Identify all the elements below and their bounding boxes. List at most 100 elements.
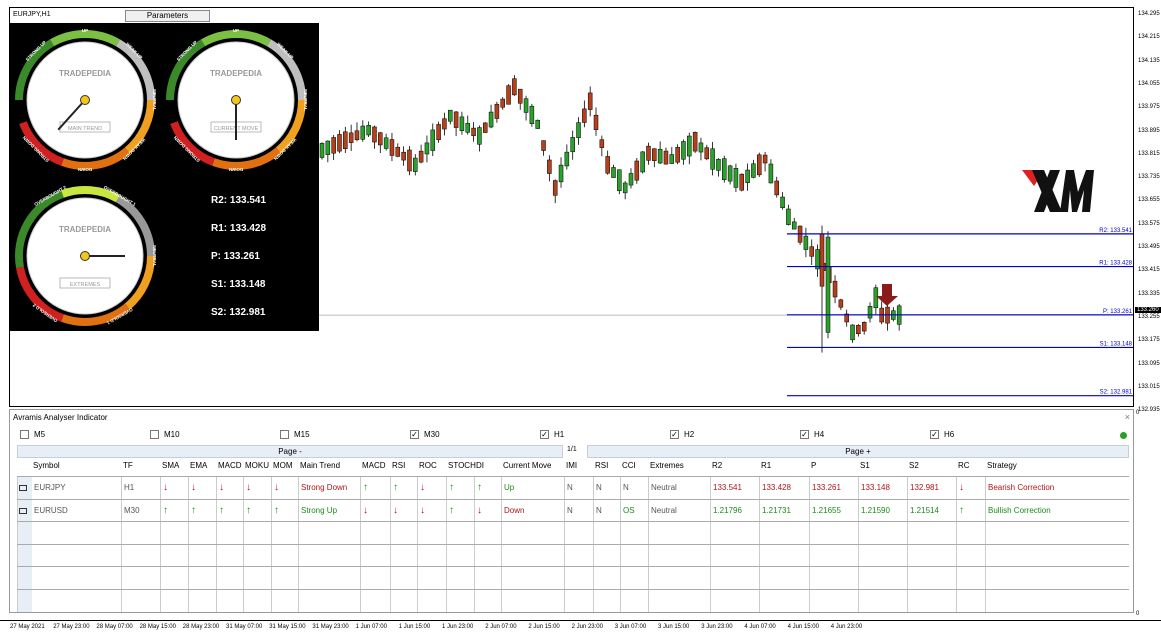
timeframe-h2[interactable]: ✓ H2 — [670, 430, 694, 439]
column-header: STOCH — [448, 461, 476, 470]
price-tick-label: 134.135 — [1138, 57, 1160, 64]
timeframe-h4[interactable]: ✓ H4 — [800, 430, 824, 439]
column-header: Extremes — [650, 461, 684, 470]
cell-symbol — [17, 567, 121, 589]
cell-current_move — [501, 567, 564, 589]
xm-logo-text: XM — [1022, 168, 1034, 170]
cell-p — [809, 567, 858, 589]
page-prev-button[interactable]: Page - — [17, 445, 563, 458]
cell-r1: 133.428 — [759, 477, 809, 499]
pivot-level-label: S2: 132.981 — [1100, 390, 1133, 396]
time-tick-label: 31 May 23:00 — [312, 624, 349, 630]
price-tick-label: 133.415 — [1138, 267, 1160, 274]
timeframe-m5[interactable]: M5 — [20, 430, 45, 439]
row-handle[interactable] — [18, 522, 32, 544]
candle — [599, 135, 605, 157]
timeframe-h1[interactable]: ✓ H1 — [540, 430, 564, 439]
cell-rsi: ↓ — [390, 499, 417, 522]
page-count: 1/1 — [567, 446, 577, 453]
candle — [634, 158, 640, 184]
cell-extremes — [648, 544, 710, 567]
gauge-label: DOWN — [78, 167, 92, 172]
gauge-caption: MAIN TREND — [68, 126, 102, 132]
cell-value: Strong Up — [301, 505, 338, 515]
candle — [506, 84, 511, 105]
row-handle[interactable] — [18, 567, 32, 589]
close-icon[interactable]: × — [1125, 412, 1130, 422]
timeframe-h6[interactable]: ✓ H6 — [930, 430, 954, 439]
row-handle[interactable] — [18, 477, 32, 499]
timeframe-checkbox[interactable]: ✓ — [930, 430, 939, 439]
cell-extremes — [648, 567, 710, 589]
table-row[interactable] — [17, 588, 1129, 612]
cell-sma — [160, 522, 188, 544]
cell-tf — [121, 544, 160, 567]
row-handle[interactable] — [18, 589, 32, 612]
gauge-label: NEUTRAL — [152, 245, 157, 267]
candle — [856, 324, 861, 337]
column-header: TF — [123, 461, 133, 470]
zero-label: 0 — [1136, 410, 1140, 416]
timeframe-label: H1 — [554, 430, 565, 439]
candle — [389, 132, 395, 162]
candle — [413, 154, 418, 176]
row-handle[interactable] — [18, 544, 32, 567]
parameters-button[interactable]: Parameters — [125, 10, 210, 22]
cell-macd2: ↓ — [360, 499, 390, 522]
candle — [762, 152, 768, 172]
cell-extremes — [648, 589, 710, 612]
cell-value: ↑ — [449, 482, 454, 493]
candle — [774, 176, 779, 198]
table-row[interactable] — [17, 566, 1129, 589]
folder-icon[interactable] — [19, 507, 27, 514]
table-row[interactable]: EURUSD M30 ↑ ↑ ↑ ↑ ↑ Strong Up ↓ ↓ ↓ ↑ ↓ Down N N OS Neut… — [17, 498, 1129, 522]
timeframe-checkbox[interactable] — [150, 430, 159, 439]
time-tick-label: 31 May 07:00 — [226, 624, 263, 630]
candle — [547, 155, 552, 182]
cell-value: ↓ — [274, 482, 279, 493]
cell-current_move: Up — [501, 477, 564, 499]
candle — [646, 142, 651, 165]
column-header: MACD — [218, 461, 242, 470]
candle — [366, 121, 371, 138]
table-row[interactable] — [17, 521, 1129, 544]
gauge-caption: EXTREMES — [70, 282, 101, 288]
cell-macd2 — [360, 544, 390, 567]
column-header: DI — [476, 461, 484, 470]
pivot-level-label: R2: 133.541 — [1099, 228, 1132, 234]
timeframe-m15[interactable]: M15 — [280, 430, 310, 439]
timeframe-checkbox[interactable]: ✓ — [800, 430, 809, 439]
timeframe-checkbox[interactable] — [20, 430, 29, 439]
cell-extremes — [648, 522, 710, 544]
timeframe-label: M15 — [294, 430, 310, 439]
timeframe-label: H4 — [814, 430, 825, 439]
timeframe-checkbox[interactable] — [280, 430, 289, 439]
candle — [360, 120, 366, 142]
cell-value: Down — [504, 505, 525, 515]
cell-current_move — [501, 589, 564, 612]
cell-current_move: Down — [501, 499, 564, 522]
folder-icon[interactable] — [19, 485, 27, 491]
cell-macd2 — [360, 589, 390, 612]
cell-moku: ↑ — [243, 499, 271, 522]
table-row[interactable]: EURJPY H1 ↓ ↓ ↓ ↓ ↓ Strong Down ↑ ↑ ↓ ↑ ↑ Up N N N Neutra… — [17, 476, 1129, 499]
page-next-button[interactable]: Page + — [587, 445, 1129, 458]
row-handle[interactable] — [18, 499, 32, 522]
cell-imi: N — [564, 477, 593, 499]
timeframe-label: M5 — [34, 430, 46, 439]
cell-value: EURJPY — [34, 483, 66, 492]
timeframe-checkbox[interactable]: ✓ — [410, 430, 419, 439]
candle — [348, 124, 354, 152]
timeframe-checkbox[interactable]: ✓ — [670, 430, 679, 439]
timeframe-m30[interactable]: ✓ M30 — [410, 430, 440, 439]
time-tick-label: 28 May 23:00 — [182, 624, 220, 630]
cell-value: 133.541 — [713, 483, 742, 492]
cell-value: Bearish Correction — [988, 483, 1055, 492]
table-row[interactable] — [17, 543, 1129, 567]
timeframe-checkbox[interactable]: ✓ — [540, 430, 549, 439]
candle — [692, 131, 698, 153]
cell-s2 — [907, 589, 956, 612]
cell-rsi2: N — [593, 477, 620, 499]
cell-tf: H1 — [121, 477, 160, 499]
timeframe-m10[interactable]: M10 — [150, 430, 180, 439]
